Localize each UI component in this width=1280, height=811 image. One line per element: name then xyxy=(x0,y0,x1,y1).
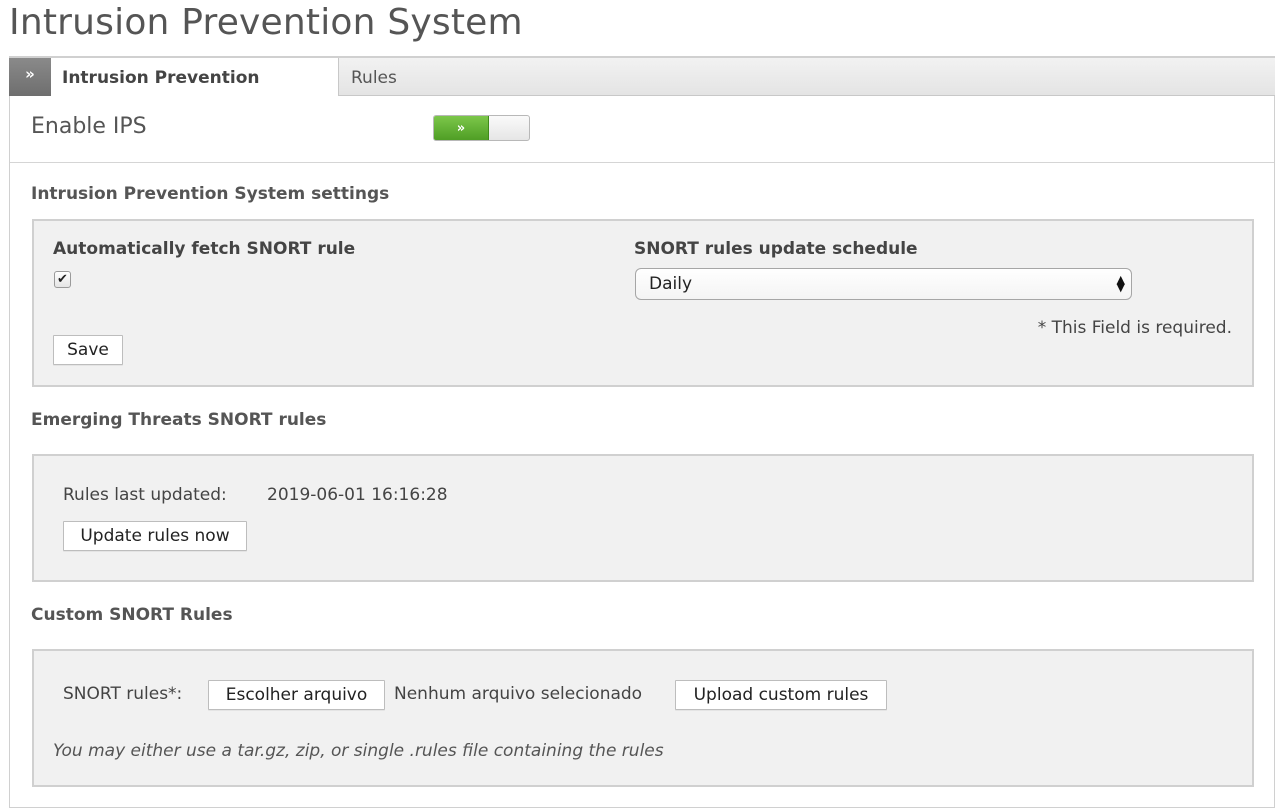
emerging-heading: Emerging Threats SNORT rules xyxy=(31,410,327,430)
custom-box: SNORT rules*: Escolher arquivo Nenhum ar… xyxy=(32,649,1254,787)
settings-heading: Intrusion Prevention System settings xyxy=(31,184,390,204)
main-panel: Enable IPS » Intrusion Prevention System… xyxy=(9,96,1275,808)
choose-file-button[interactable]: Escolher arquivo xyxy=(208,680,385,710)
tab-bar: » Intrusion Prevention System Rules xyxy=(9,56,1275,128)
enable-ips-row: Enable IPS » xyxy=(10,96,1274,163)
schedule-label: SNORT rules update schedule xyxy=(634,239,918,259)
enable-ips-label: Enable IPS xyxy=(31,114,147,139)
double-chevron-right-icon: » xyxy=(434,116,489,140)
upload-custom-rules-button[interactable]: Upload custom rules xyxy=(675,680,887,710)
no-file-text: Nenhum arquivo selecionado xyxy=(394,684,643,704)
file-format-hint: You may either use a tar.gz, zip, or sin… xyxy=(53,741,664,761)
custom-heading: Custom SNORT Rules xyxy=(31,605,233,625)
double-chevron-right-icon[interactable]: » xyxy=(9,58,51,96)
enable-ips-toggle[interactable]: » xyxy=(433,115,530,141)
required-note: * This Field is required. xyxy=(1037,318,1232,338)
save-button[interactable]: Save xyxy=(53,335,123,365)
last-updated-value: 2019-06-01 16:16:28 xyxy=(267,485,448,505)
schedule-select[interactable]: Daily ▲ ▼ xyxy=(635,268,1132,300)
select-arrows-icon: ▲ ▼ xyxy=(1116,273,1125,294)
emerging-box: Rules last updated: 2019-06-01 16:16:28 … xyxy=(32,454,1254,582)
page-title: Intrusion Prevention System xyxy=(9,2,523,43)
snort-rules-label: SNORT rules*: xyxy=(63,684,183,704)
schedule-select-value: Daily xyxy=(649,274,693,294)
tab-rules[interactable]: Rules xyxy=(340,58,408,97)
last-updated-label: Rules last updated: xyxy=(63,485,227,505)
auto-fetch-label: Automatically fetch SNORT rule xyxy=(53,239,356,259)
auto-fetch-checkbox[interactable]: ✔ xyxy=(54,271,71,288)
update-rules-button[interactable]: Update rules now xyxy=(63,521,247,551)
settings-box: Automatically fetch SNORT rule ✔ Save SN… xyxy=(32,219,1254,387)
tab-intrusion-prevention-system[interactable]: Intrusion Prevention System xyxy=(51,58,339,128)
